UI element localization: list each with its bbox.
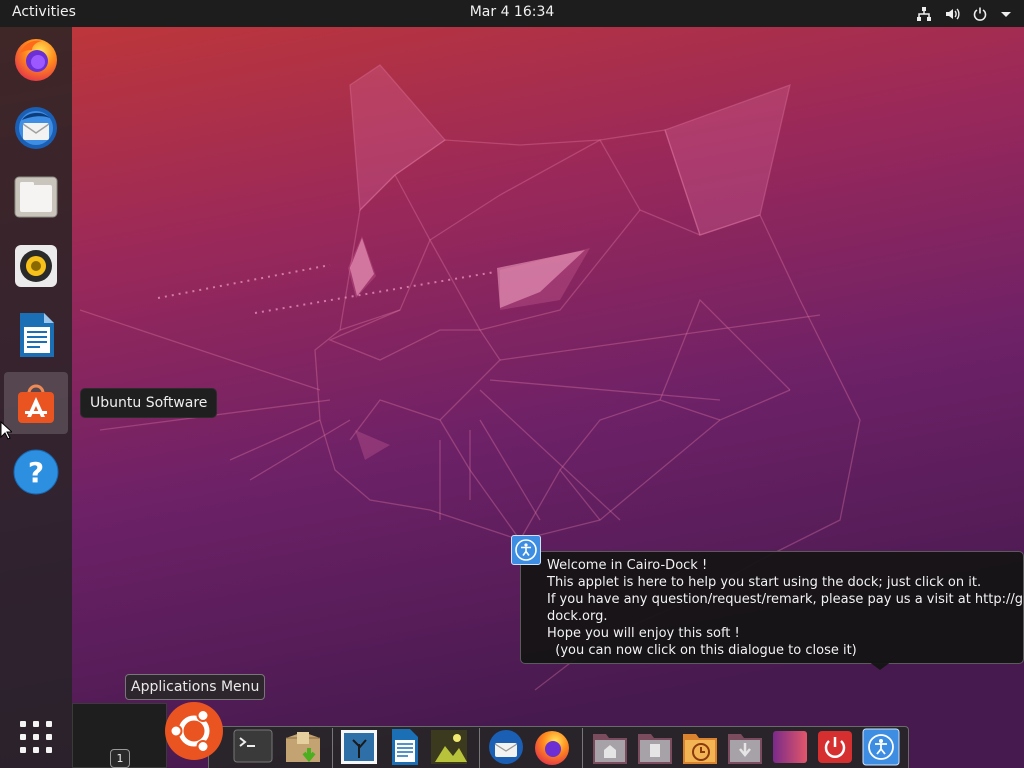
network-icon[interactable] — [916, 6, 932, 22]
writer-icon — [392, 729, 418, 765]
terminal-icon — [233, 729, 273, 763]
dialog-line: This applet is here to help you start us… — [547, 575, 982, 590]
desktop-number: 1 — [110, 749, 130, 768]
activities-button[interactable]: Activities — [12, 4, 76, 20]
dialog-line: dock.org. — [547, 609, 608, 624]
dock-item-help[interactable]: ? — [4, 441, 68, 503]
dock-separator — [332, 728, 333, 768]
top-bar: Activities Mar 4 16:34 — [0, 0, 1024, 27]
accessibility-icon — [862, 728, 900, 766]
dock-separator — [479, 728, 480, 768]
gradient-icon — [773, 731, 807, 763]
thunderbird-icon — [489, 730, 523, 764]
package-icon — [286, 732, 320, 763]
help-icon: ? — [13, 449, 59, 495]
dock-item-image[interactable] — [429, 728, 469, 766]
dock-item-firefox-bottom[interactable] — [532, 728, 572, 766]
shutdown-icon — [818, 731, 852, 763]
mouse-cursor-icon — [0, 421, 12, 440]
backup-icon — [683, 734, 717, 764]
dock-item-image-viewer[interactable] — [339, 728, 379, 766]
dock-item-backup[interactable] — [680, 728, 720, 766]
thunderbird-icon — [15, 107, 57, 149]
dock-item-writer-bottom[interactable] — [384, 728, 424, 766]
dialog-line: (you can now click on this dialogue to c… — [547, 643, 857, 658]
dock-item-shutdown[interactable] — [815, 728, 855, 766]
ubuntu-dock: ? — [0, 27, 72, 768]
dock-item-files[interactable] — [4, 166, 68, 228]
dock-item-rhythmbox[interactable] — [4, 235, 68, 297]
writer-icon — [20, 313, 54, 357]
clock[interactable]: Mar 4 16:34 — [470, 4, 555, 20]
dock-item-thunderbird-bottom[interactable] — [486, 728, 526, 766]
applications-menu-label: Applications Menu — [125, 674, 266, 700]
dock-item-terminal[interactable] — [233, 728, 273, 766]
downloads-folder-icon — [728, 734, 762, 764]
power-icon[interactable] — [972, 6, 988, 22]
dialog-line: Hope you will enjoy this soft ! — [547, 626, 740, 641]
image-icon — [431, 730, 467, 764]
show-applications-grid-icon[interactable] — [15, 716, 57, 758]
desktop-switcher[interactable]: 1 — [72, 703, 167, 768]
dock-tooltip: Ubuntu Software — [80, 388, 218, 418]
dock-separator — [582, 728, 583, 768]
svg-text:?: ? — [28, 456, 44, 489]
dock-item-home-folder[interactable] — [590, 728, 630, 766]
firefox-icon — [15, 39, 57, 81]
rhythmbox-icon — [15, 245, 57, 287]
cairo-dock-welcome-dialog[interactable]: Welcome in Cairo-Dock ! This applet is h… — [520, 551, 1024, 664]
dialog-message: Welcome in Cairo-Dock ! This applet is h… — [547, 557, 1024, 659]
dock-item-ubuntu-software[interactable] — [4, 372, 68, 434]
dock-item-package[interactable] — [283, 728, 323, 766]
dock-item-cairo-help[interactable] — [861, 728, 901, 766]
dialog-line: Welcome in Cairo-Dock ! — [547, 558, 708, 573]
dock-item-firefox[interactable] — [4, 28, 68, 90]
volume-icon[interactable] — [944, 6, 960, 22]
files-icon — [14, 176, 58, 218]
documents-folder-icon — [638, 734, 672, 764]
dialog-line: If you have any question/request/remark,… — [547, 592, 1024, 607]
image-viewer-icon — [341, 730, 377, 764]
dock-item-writer[interactable] — [4, 304, 68, 366]
dock-item-thunderbird[interactable] — [4, 97, 68, 159]
accessibility-icon — [511, 535, 541, 565]
system-tray[interactable] — [916, 4, 1012, 24]
dialog-pointer — [868, 661, 892, 670]
dock-item-documents-folder[interactable] — [635, 728, 675, 766]
chevron-down-icon[interactable] — [1000, 8, 1012, 20]
home-folder-icon — [593, 734, 627, 764]
dock-item-gradient[interactable] — [770, 728, 810, 766]
ubuntu-software-icon — [18, 384, 54, 423]
firefox-icon — [535, 731, 569, 765]
dock-item-downloads-folder[interactable] — [725, 728, 765, 766]
ubuntu-logo-icon[interactable] — [163, 700, 225, 762]
